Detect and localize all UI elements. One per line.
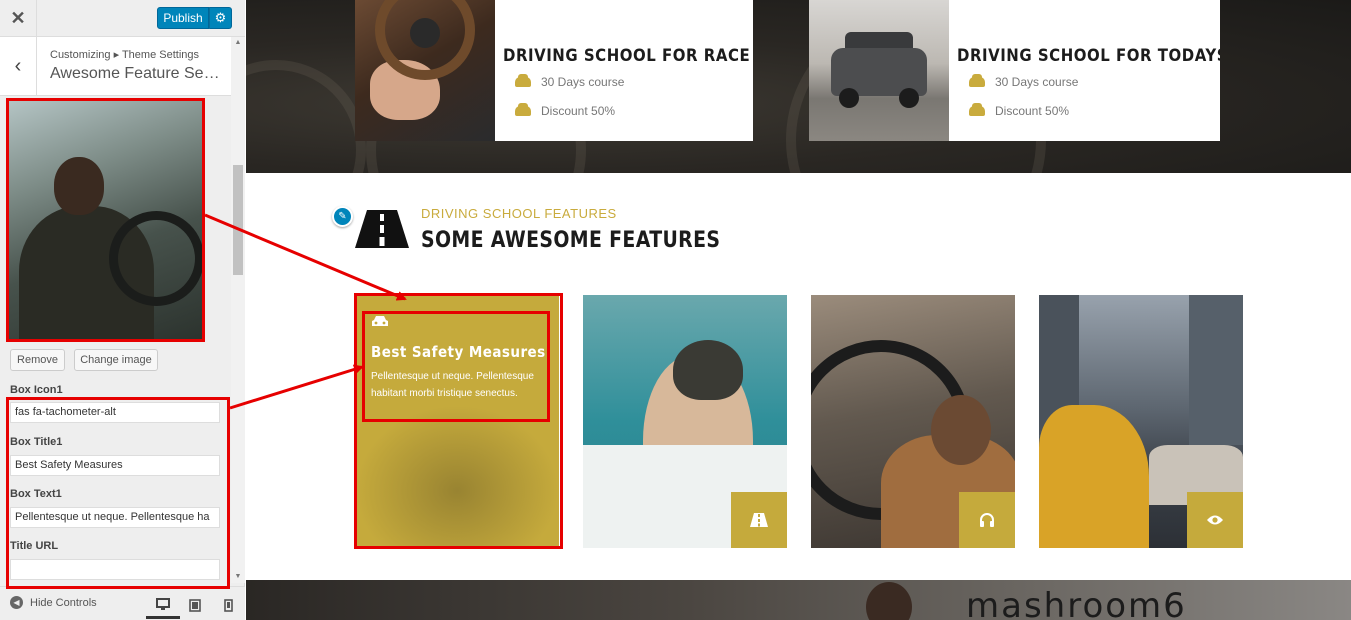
change-image-button[interactable]: Change image	[74, 349, 158, 371]
headphones-icon	[980, 513, 994, 527]
card-detail-text: Discount 50%	[541, 104, 616, 118]
hide-controls-label: Hide Controls	[30, 596, 97, 609]
card-detail-text: 30 Days course	[995, 75, 1079, 89]
mobile-icon	[223, 599, 233, 612]
chevron-left-icon: ‹	[14, 54, 22, 77]
course-card-race-cars[interactable]: DRIVING SCHOOL FOR RACE CARS 30 Days cou…	[355, 0, 753, 141]
back-button[interactable]: ‹	[0, 37, 37, 95]
gear-icon: ⚙	[214, 10, 227, 25]
annotation-box-image	[6, 98, 205, 342]
scroll-up-arrow[interactable]: ▲	[231, 38, 245, 48]
dashboard-background: DRIVING SCHOOL FOR RACE CARS 30 Days cou…	[246, 0, 1351, 173]
desktop-preview-button[interactable]	[146, 592, 180, 619]
road-icon	[750, 513, 768, 527]
scroll-thumb[interactable]	[233, 165, 243, 275]
scroll-down-arrow[interactable]: ▼	[231, 572, 245, 582]
road-icon	[355, 210, 409, 248]
card-detail-text: 30 Days course	[541, 75, 625, 89]
tablet-preview-button[interactable]	[178, 592, 212, 619]
section-header: ‹ Customizing ▸ Theme Settings Awesome F…	[0, 37, 231, 96]
feature-corner-badge	[1187, 492, 1243, 548]
testimonial-background: mashroom6	[246, 580, 1351, 620]
section-title: SOME AWESOME FEATURES	[421, 228, 721, 253]
course-card-todays-teen[interactable]: DRIVING SCHOOL FOR TODAYS TEEN 30 Days c…	[809, 0, 1220, 141]
close-button[interactable]: ✕	[0, 0, 37, 36]
hide-controls-button[interactable]: ◀ Hide Controls	[10, 596, 97, 609]
wheel-shape	[899, 88, 919, 108]
customizer-screen: ✕ Publish ⚙ ‹ Customizing ▸ Theme Settin…	[0, 0, 1351, 620]
close-icon: ✕	[10, 7, 26, 28]
card-detail-text: Discount 50%	[995, 104, 1070, 118]
pencil-icon: ✎	[338, 211, 347, 222]
publish-button[interactable]: Publish	[157, 7, 209, 29]
collapse-icon: ◀	[10, 596, 23, 609]
suv-image	[809, 0, 949, 141]
box-icon-label: Box Icon1	[10, 384, 63, 396]
person-shape	[866, 582, 912, 620]
annotation-box-feature-text	[362, 311, 550, 422]
building-shape	[1189, 295, 1243, 445]
car-icon	[515, 103, 531, 116]
section-subtitle: DRIVING SCHOOL FEATURES	[421, 206, 617, 221]
publish-settings-button[interactable]: ⚙	[209, 7, 232, 29]
feature-box-2[interactable]	[583, 295, 787, 548]
breadcrumb: Customizing ▸ Theme Settings	[50, 49, 199, 61]
card-title: DRIVING SCHOOL FOR TODAYS TEEN	[957, 46, 1220, 66]
annotation-box-fields	[6, 397, 230, 589]
sidebar-footer: ◀ Hide Controls	[0, 586, 245, 620]
tablet-icon	[189, 599, 201, 612]
remove-image-button[interactable]: Remove	[10, 349, 65, 371]
sidebar-header-bar: ✕ Publish ⚙	[0, 0, 245, 37]
feature-box-3[interactable]	[811, 295, 1015, 548]
card-detail: Discount 50%	[969, 103, 1070, 118]
desktop-icon	[156, 597, 170, 610]
headscarf-shape	[673, 340, 743, 400]
wheel-hub-shape	[410, 18, 440, 48]
section-title: Awesome Feature Se…	[50, 65, 220, 82]
feature-box-4[interactable]	[1039, 295, 1243, 548]
wheel-shape	[839, 88, 859, 108]
gauge-shape	[246, 60, 366, 173]
car-icon	[969, 74, 985, 87]
car-icon	[969, 103, 985, 116]
eye-icon	[1207, 515, 1223, 525]
feature-corner-badge	[959, 492, 1015, 548]
card-detail: 30 Days course	[515, 74, 625, 89]
sidebar-scrollbar[interactable]: ▲ ▼	[231, 37, 245, 583]
mobile-preview-button[interactable]	[211, 592, 245, 619]
feature-corner-badge	[731, 492, 787, 548]
hair-shape	[931, 395, 991, 465]
background-sign-text: mashroom6	[966, 586, 1187, 620]
taxi-shape	[1039, 405, 1149, 548]
card-detail: Discount 50%	[515, 103, 616, 118]
car-icon	[515, 74, 531, 87]
card-title: DRIVING SCHOOL FOR RACE CARS	[503, 46, 753, 66]
race-car-driving-image	[355, 0, 495, 141]
card-detail: 30 Days course	[969, 74, 1079, 89]
edit-shortcut-button[interactable]: ✎	[332, 206, 353, 227]
